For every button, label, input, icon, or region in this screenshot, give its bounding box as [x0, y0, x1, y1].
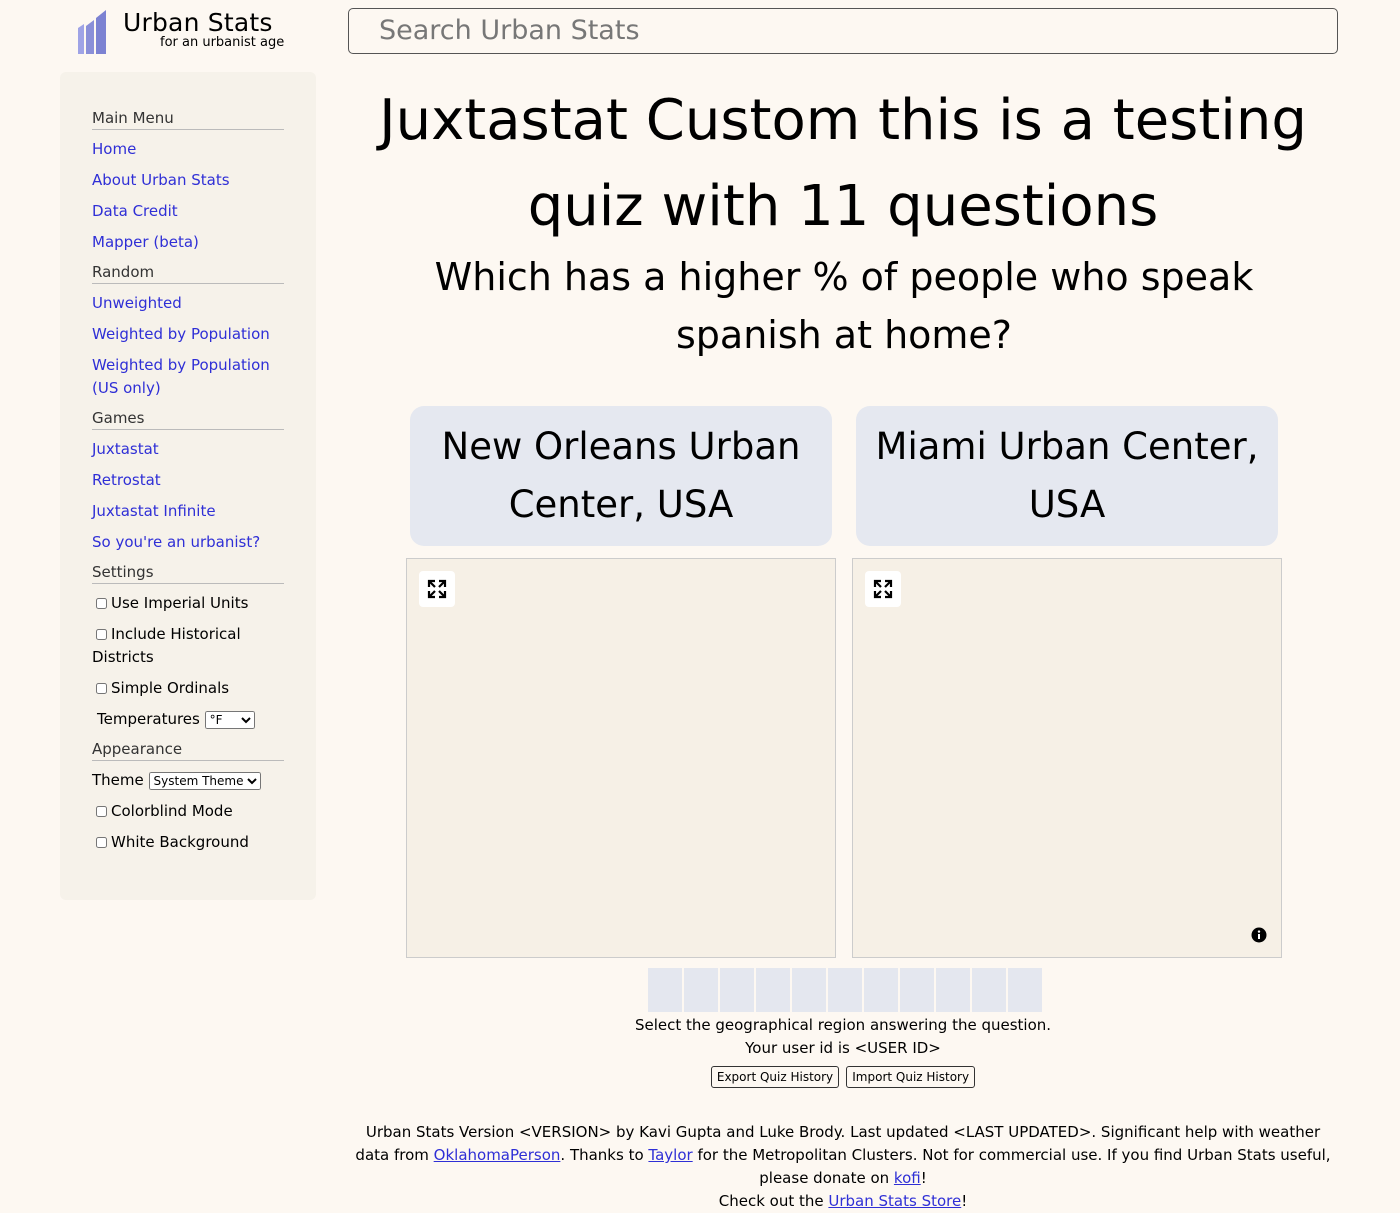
map-a[interactable] — [406, 558, 836, 958]
temperatures-setting: Temperatures °F — [92, 708, 284, 731]
progress-box — [828, 968, 862, 1012]
simple-ordinals-checkbox[interactable] — [96, 683, 107, 694]
choice-a-button[interactable]: New Orleans Urban Center, USA — [410, 406, 832, 546]
logo-title: Urban Stats — [123, 8, 273, 37]
games-title: Games — [92, 408, 284, 430]
progress-box — [900, 968, 934, 1012]
sidebar-item-unweighted[interactable]: Unweighted — [92, 292, 284, 315]
sidebar-item-home[interactable]: Home — [92, 138, 284, 161]
expand-map-b-button[interactable] — [865, 571, 901, 607]
quiz-question: Which has a higher % of people who speak… — [434, 255, 1254, 357]
temperatures-label: Temperatures — [97, 710, 200, 728]
colorblind-setting[interactable]: Colorblind Mode — [92, 800, 284, 823]
white-background-label: White Background — [111, 833, 249, 851]
import-quiz-history-button[interactable]: Import Quiz History — [846, 1066, 976, 1088]
simple-ordinals-label: Simple Ordinals — [111, 679, 230, 697]
progress-box — [684, 968, 718, 1012]
footer-text-6: ! — [961, 1192, 968, 1210]
progress-box — [936, 968, 970, 1012]
imperial-units-setting[interactable]: Use Imperial Units — [92, 592, 284, 615]
appearance-title: Appearance — [92, 739, 284, 761]
progress-box — [756, 968, 790, 1012]
sidebar-item-juxtastat-infinite[interactable]: Juxtastat Infinite — [92, 500, 284, 523]
imperial-units-checkbox[interactable] — [96, 598, 107, 609]
footer-text-4: ! — [920, 1169, 927, 1187]
export-quiz-history-button[interactable]: Export Quiz History — [710, 1066, 840, 1088]
historical-districts-label: Include Historical Districts — [92, 625, 241, 666]
historical-districts-setting[interactable]: Include Historical Districts — [92, 623, 284, 669]
sidebar: Main Menu Home About Urban Stats Data Cr… — [60, 72, 316, 900]
progress-box — [864, 968, 898, 1012]
imperial-units-label: Use Imperial Units — [111, 594, 249, 612]
user-id-text: Your user id is <USER ID> — [745, 1039, 941, 1057]
theme-label: Theme — [92, 771, 144, 789]
expand-icon — [427, 579, 447, 599]
quiz-progress — [648, 968, 1042, 1012]
kofi-link[interactable]: kofi — [894, 1169, 921, 1187]
store-link[interactable]: Urban Stats Store — [828, 1192, 961, 1210]
progress-box — [648, 968, 682, 1012]
history-buttons: Export Quiz History Import Quiz History — [348, 1066, 1338, 1088]
logo-bars-icon — [78, 10, 106, 54]
instruction-text: Select the geographical region answering… — [634, 1016, 1052, 1034]
colorblind-label: Colorblind Mode — [111, 802, 233, 820]
progress-box — [792, 968, 826, 1012]
random-title: Random — [92, 262, 284, 284]
sidebar-item-about[interactable]: About Urban Stats — [92, 169, 284, 192]
simple-ordinals-setting[interactable]: Simple Ordinals — [92, 677, 284, 700]
sidebar-item-urbanist-quiz[interactable]: So you're an urbanist? — [92, 531, 284, 554]
footer: Urban Stats Version <VERSION> by Kavi Gu… — [348, 1121, 1338, 1213]
historical-districts-checkbox[interactable] — [96, 629, 107, 640]
expand-icon — [873, 579, 893, 599]
settings-title: Settings — [92, 562, 284, 584]
progress-box — [972, 968, 1006, 1012]
sidebar-item-retrostat[interactable]: Retrostat — [92, 469, 284, 492]
info-icon[interactable] — [1251, 927, 1267, 943]
progress-box — [1008, 968, 1042, 1012]
logo-subtitle: for an urbanist age — [160, 35, 285, 50]
white-background-checkbox[interactable] — [96, 837, 107, 848]
sidebar-item-weighted-population-us[interactable]: Weighted by Population (US only) — [92, 354, 284, 400]
footer-text-2: . Thanks to — [560, 1146, 649, 1164]
progress-box — [720, 968, 754, 1012]
temperatures-select[interactable]: °F — [204, 711, 255, 729]
sidebar-item-mapper[interactable]: Mapper (beta) — [92, 231, 284, 254]
search-input[interactable] — [348, 8, 1338, 54]
main-menu-title: Main Menu — [92, 108, 284, 130]
theme-setting: Theme System Theme — [92, 769, 284, 792]
quiz-instructions: Select the geographical region answering… — [348, 1014, 1338, 1060]
taylor-link[interactable]: Taylor — [648, 1146, 692, 1164]
theme-select[interactable]: System Theme — [148, 772, 261, 790]
sidebar-item-data-credit[interactable]: Data Credit — [92, 200, 284, 223]
map-b[interactable] — [852, 558, 1282, 958]
footer-text-3: for the Metropolitan Clusters. Not for c… — [692, 1146, 1331, 1187]
sidebar-item-weighted-population[interactable]: Weighted by Population — [92, 323, 284, 346]
colorblind-checkbox[interactable] — [96, 806, 107, 817]
oklahomaperson-link[interactable]: OklahomaPerson — [434, 1146, 561, 1164]
quiz-title: Juxtastat Custom this is a testing quiz … — [379, 88, 1307, 239]
choice-b-button[interactable]: Miami Urban Center, USA — [856, 406, 1278, 546]
white-background-setting[interactable]: White Background — [92, 831, 284, 854]
logo[interactable]: Urban Stats for an urbanist age — [76, 8, 286, 56]
sidebar-item-juxtastat[interactable]: Juxtastat — [92, 438, 284, 461]
expand-map-a-button[interactable] — [419, 571, 455, 607]
footer-text-5: Check out the — [718, 1192, 829, 1210]
